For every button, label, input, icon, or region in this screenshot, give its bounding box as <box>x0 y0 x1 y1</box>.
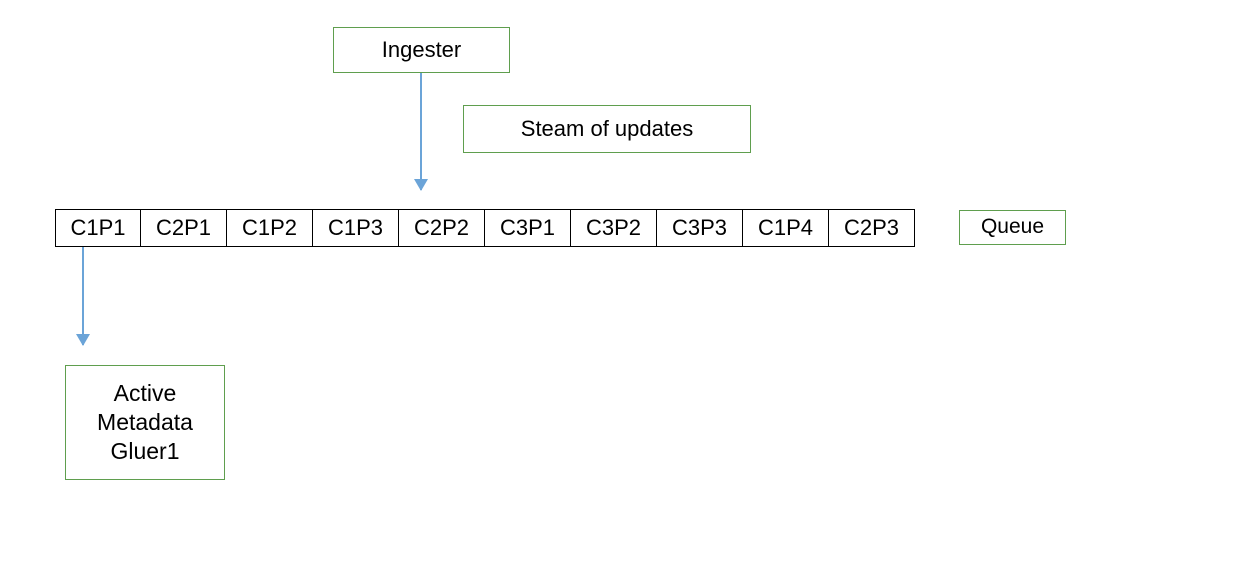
queue-cell-label: C1P2 <box>242 215 297 241</box>
queue-cell-label: C2P1 <box>156 215 211 241</box>
arrow-ingester-to-queue <box>420 73 422 190</box>
queue-cell-label: C1P4 <box>758 215 813 241</box>
ingester-box: Ingester <box>333 27 510 73</box>
queue-cell: C1P3 <box>313 209 399 247</box>
gluer-box: Active Metadata Gluer1 <box>65 365 225 480</box>
queue-label-box: Queue <box>959 210 1066 245</box>
queue-cell-label: C2P2 <box>414 215 469 241</box>
queue-row: C1P1 C2P1 C1P2 C1P3 C2P2 C3P1 C3P2 C3P3 … <box>55 209 915 247</box>
queue-cell: C2P2 <box>399 209 485 247</box>
stream-label: Steam of updates <box>521 117 693 140</box>
stream-box: Steam of updates <box>463 105 751 153</box>
queue-cell-label: C3P3 <box>672 215 727 241</box>
queue-cell-label: C1P1 <box>70 215 125 241</box>
queue-cell: C3P3 <box>657 209 743 247</box>
queue-cell: C1P4 <box>743 209 829 247</box>
queue-label-text: Queue <box>981 216 1044 238</box>
diagram-canvas: Ingester Steam of updates C1P1 C2P1 C1P2… <box>0 0 1242 580</box>
queue-cell: C1P2 <box>227 209 313 247</box>
queue-cell-label: C3P1 <box>500 215 555 241</box>
queue-cell: C3P2 <box>571 209 657 247</box>
queue-cell: C1P1 <box>55 209 141 247</box>
gluer-line2: Metadata <box>97 408 193 437</box>
ingester-label: Ingester <box>382 38 462 61</box>
arrow-queue-to-gluer <box>82 247 84 345</box>
queue-cell-label: C1P3 <box>328 215 383 241</box>
queue-cell-label: C3P2 <box>586 215 641 241</box>
queue-cell-label: C2P3 <box>844 215 899 241</box>
queue-cell: C3P1 <box>485 209 571 247</box>
gluer-line3: Gluer1 <box>110 437 179 466</box>
gluer-line1: Active <box>114 379 177 408</box>
queue-cell: C2P3 <box>829 209 915 247</box>
queue-cell: C2P1 <box>141 209 227 247</box>
